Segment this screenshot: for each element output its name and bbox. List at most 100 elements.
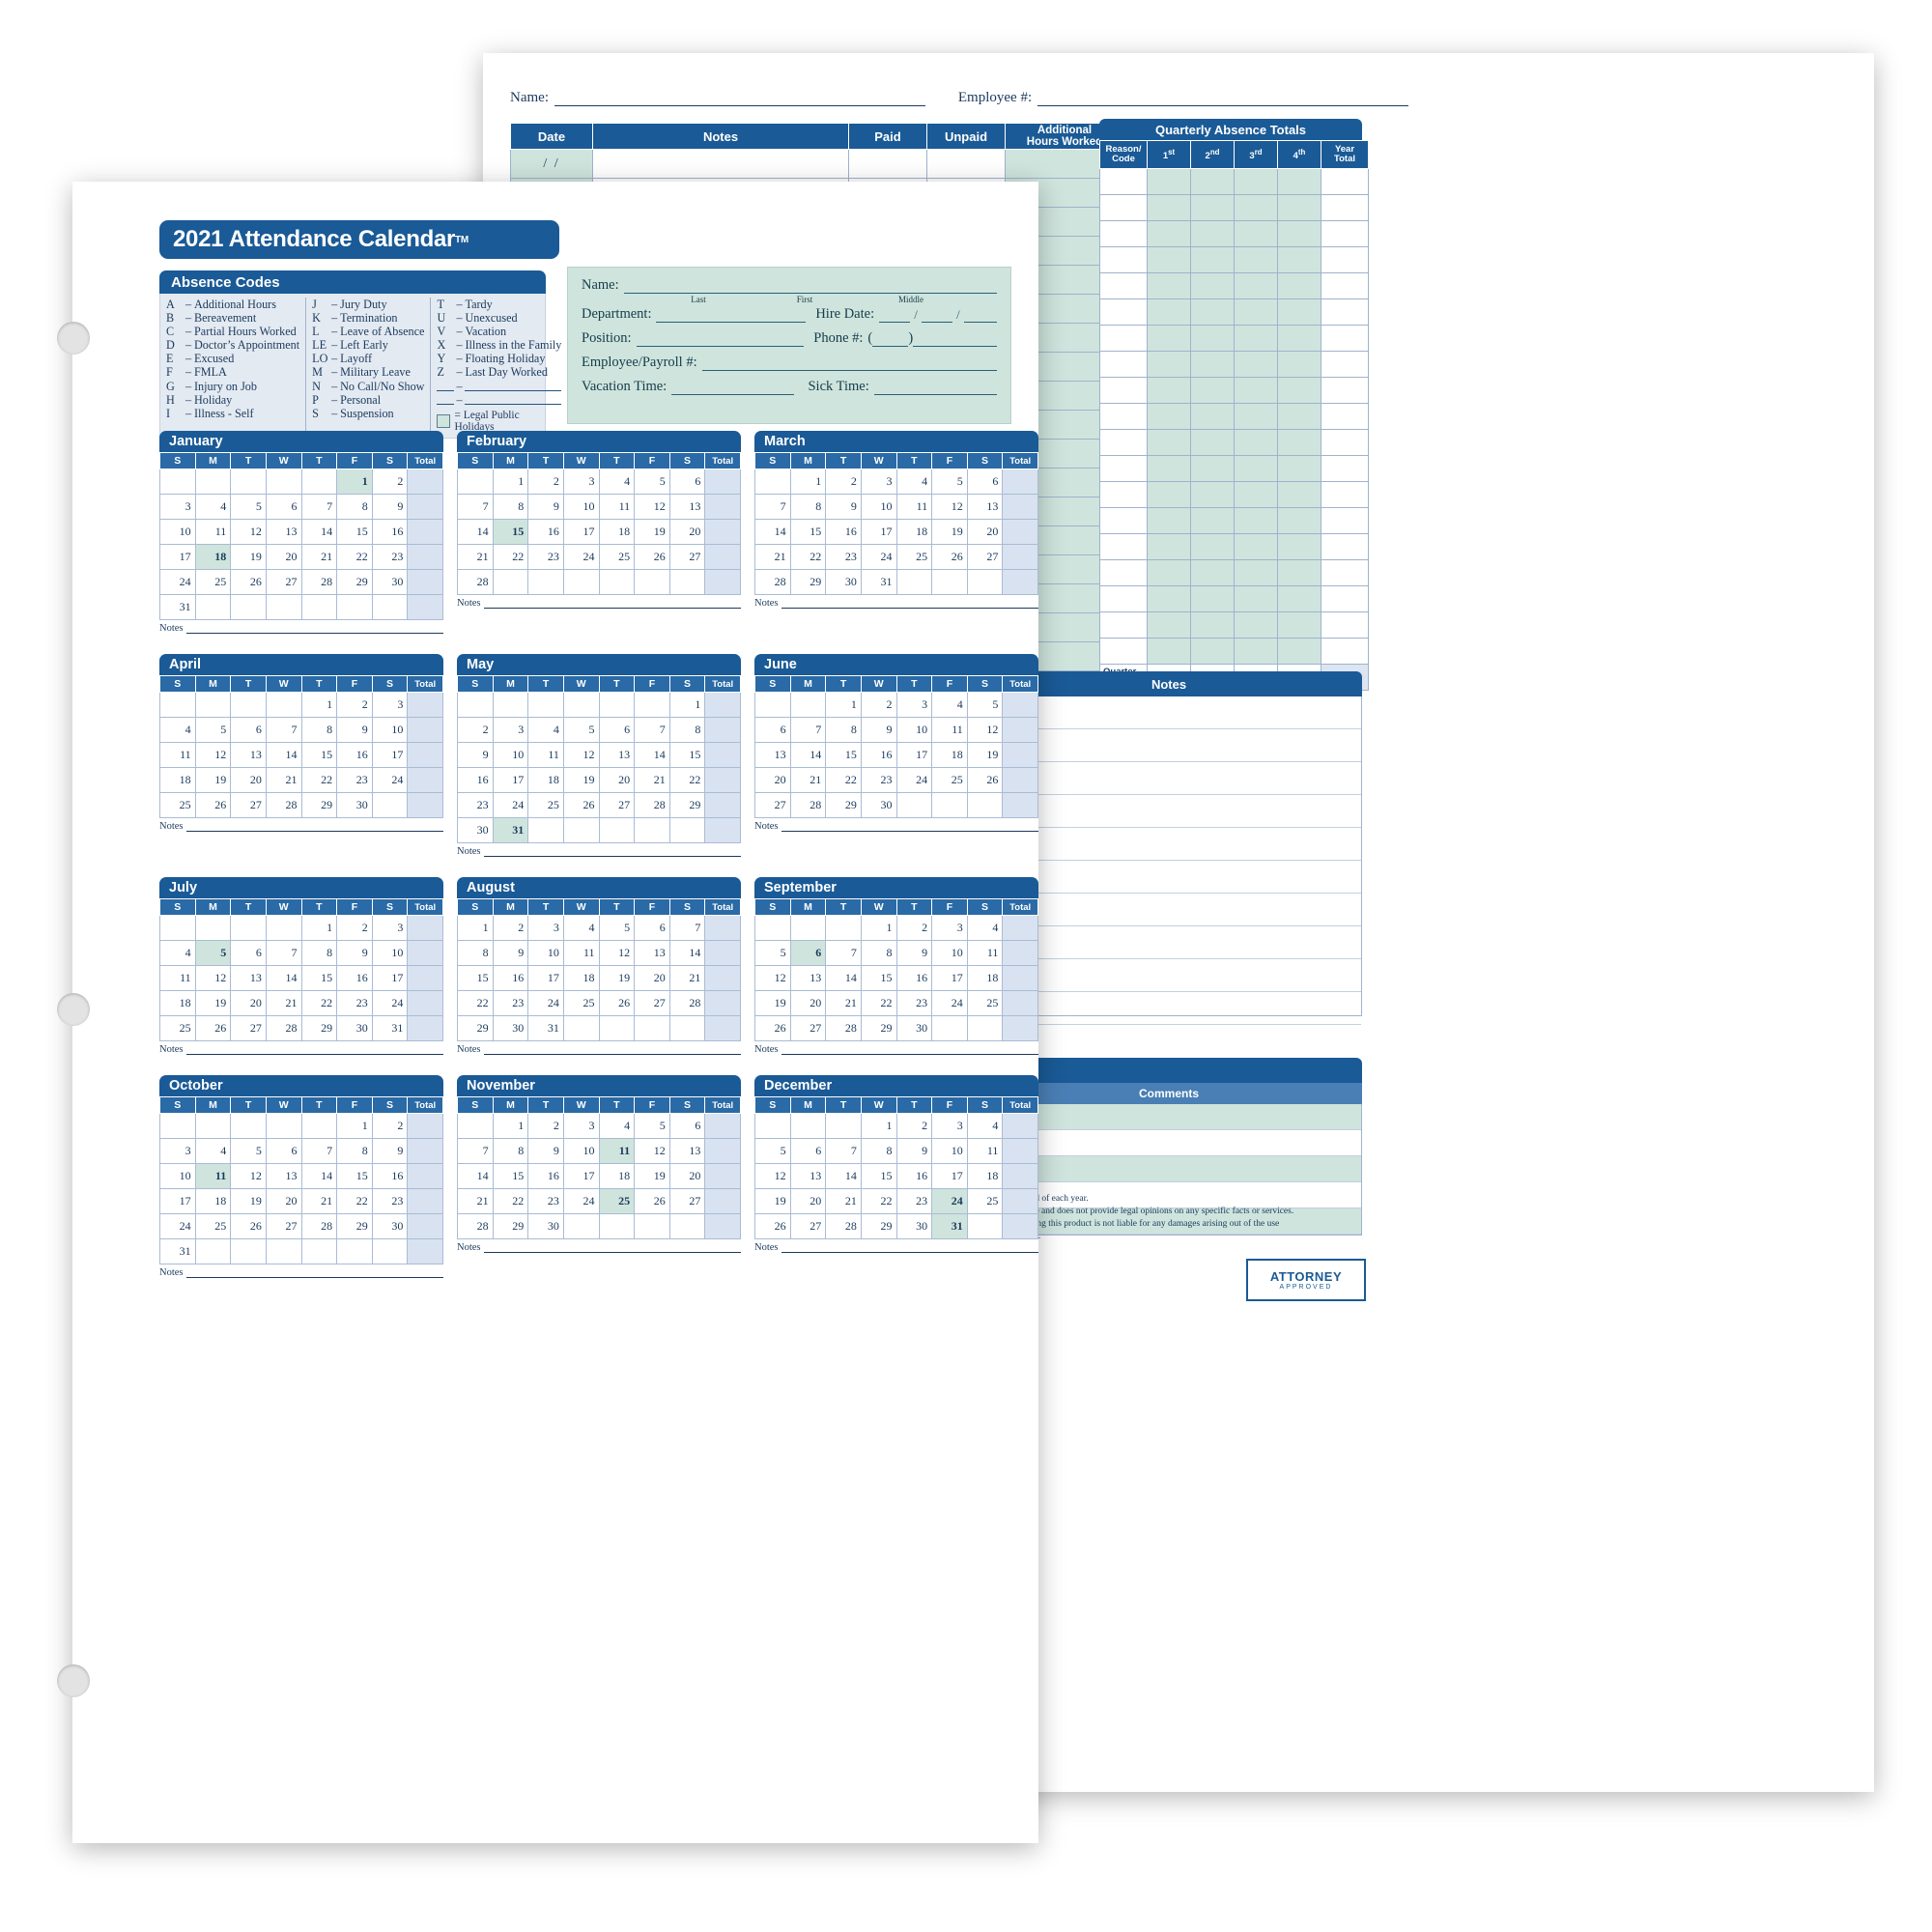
week-total-cell[interactable] xyxy=(407,1238,443,1264)
day-cell[interactable]: 24 xyxy=(371,767,409,793)
day-cell[interactable]: 24 xyxy=(931,990,968,1016)
day-cell-empty[interactable] xyxy=(300,594,338,620)
month-notes-input[interactable] xyxy=(781,1242,1038,1253)
week-total-cell[interactable] xyxy=(704,1015,741,1041)
day-cell[interactable]: 10 xyxy=(371,717,409,743)
month-notes-input[interactable] xyxy=(185,1044,443,1055)
q2-cell[interactable] xyxy=(1190,455,1235,482)
day-cell[interactable]: 3 xyxy=(895,692,933,718)
day-cell[interactable]: 3 xyxy=(931,1113,968,1139)
day-cell[interactable]: 28 xyxy=(668,990,706,1016)
day-cell[interactable]: 9 xyxy=(371,494,409,520)
q4-cell[interactable] xyxy=(1277,429,1321,456)
day-cell[interactable]: 8 xyxy=(492,494,529,520)
day-cell[interactable]: 7 xyxy=(300,1138,338,1164)
day-cell[interactable]: 10 xyxy=(492,742,529,768)
q1-cell[interactable] xyxy=(1147,194,1191,221)
day-cell-empty[interactable] xyxy=(159,469,196,495)
q-reason-cell[interactable] xyxy=(1099,559,1148,586)
day-cell[interactable]: 21 xyxy=(300,544,338,570)
day-cell-empty[interactable] xyxy=(492,569,529,595)
employee-number-input[interactable] xyxy=(1037,90,1408,106)
day-cell[interactable]: 16 xyxy=(895,1163,933,1189)
q-reason-cell[interactable] xyxy=(1099,429,1148,456)
day-cell[interactable]: 7 xyxy=(300,494,338,520)
day-cell-empty[interactable] xyxy=(754,1113,791,1139)
q3-cell[interactable] xyxy=(1234,455,1278,482)
day-cell[interactable]: 31 xyxy=(159,1238,196,1264)
q4-cell[interactable] xyxy=(1277,272,1321,299)
day-cell[interactable]: 23 xyxy=(371,544,409,570)
week-total-cell[interactable] xyxy=(407,792,443,818)
q1-cell[interactable] xyxy=(1147,611,1191,639)
week-total-cell[interactable] xyxy=(704,940,741,966)
week-total-cell[interactable] xyxy=(704,767,741,793)
q-reason-cell[interactable] xyxy=(1099,507,1148,534)
q3-cell[interactable] xyxy=(1234,377,1278,404)
day-cell-empty[interactable] xyxy=(789,692,827,718)
day-cell[interactable]: 15 xyxy=(860,1163,897,1189)
day-cell-empty[interactable] xyxy=(966,569,1004,595)
day-cell[interactable]: 10 xyxy=(931,1138,968,1164)
q3-cell[interactable] xyxy=(1234,611,1278,639)
phone-number-input[interactable] xyxy=(913,331,997,347)
day-cell[interactable]: 27 xyxy=(598,792,636,818)
day-cell[interactable]: 20 xyxy=(265,1188,302,1214)
quarterly-row[interactable] xyxy=(1099,298,1369,326)
day-cell[interactable]: 22 xyxy=(336,1188,373,1214)
week-total-cell[interactable] xyxy=(1002,1188,1038,1214)
q1-cell[interactable] xyxy=(1147,272,1191,299)
day-cell[interactable]: 16 xyxy=(457,767,494,793)
day-cell[interactable]: 19 xyxy=(931,519,968,545)
day-cell[interactable]: 19 xyxy=(754,1188,791,1214)
week-total-cell[interactable] xyxy=(704,469,741,495)
day-cell[interactable]: 3 xyxy=(159,1138,196,1164)
q-reason-cell[interactable] xyxy=(1099,611,1148,639)
day-cell[interactable]: 22 xyxy=(860,990,897,1016)
day-cell[interactable]: 10 xyxy=(159,1163,196,1189)
day-cell[interactable]: 2 xyxy=(825,469,862,495)
q-year-total-cell[interactable] xyxy=(1321,507,1369,534)
day-cell[interactable]: 10 xyxy=(159,519,196,545)
day-cell[interactable]: 1 xyxy=(860,1113,897,1139)
day-cell[interactable]: 7 xyxy=(634,717,670,743)
day-cell[interactable]: 30 xyxy=(336,792,373,818)
day-cell[interactable]: 2 xyxy=(492,915,529,941)
quarterly-row[interactable] xyxy=(1099,351,1369,378)
day-cell[interactable]: 2 xyxy=(895,1113,933,1139)
log-paid-cell[interactable] xyxy=(848,149,927,179)
day-cell[interactable]: 27 xyxy=(230,1015,267,1041)
day-cell[interactable]: 23 xyxy=(527,1188,564,1214)
day-cell[interactable]: 29 xyxy=(492,1213,529,1239)
day-cell[interactable]: 21 xyxy=(634,767,670,793)
day-cell[interactable]: 19 xyxy=(194,767,232,793)
day-cell[interactable]: 16 xyxy=(527,519,564,545)
q2-cell[interactable] xyxy=(1190,194,1235,221)
day-cell[interactable]: 9 xyxy=(492,940,529,966)
day-cell[interactable]: 26 xyxy=(931,544,968,570)
day-cell[interactable]: 13 xyxy=(966,494,1004,520)
day-cell[interactable]: 16 xyxy=(371,519,409,545)
quarterly-row[interactable] xyxy=(1099,638,1369,665)
day-cell[interactable]: 22 xyxy=(457,990,494,1016)
quarterly-row[interactable] xyxy=(1099,168,1369,195)
month-notes-input[interactable] xyxy=(483,1044,741,1055)
q4-cell[interactable] xyxy=(1277,377,1321,404)
month-notes-input[interactable] xyxy=(483,846,741,857)
month-notes-input[interactable] xyxy=(483,1242,741,1253)
day-cell-empty[interactable] xyxy=(371,1238,409,1264)
day-cell[interactable]: 7 xyxy=(754,494,791,520)
day-cell-empty[interactable] xyxy=(825,1113,862,1139)
day-cell[interactable]: 28 xyxy=(265,1015,302,1041)
day-cell[interactable]: 22 xyxy=(300,767,338,793)
day-cell[interactable]: 13 xyxy=(789,1163,827,1189)
day-cell[interactable]: 13 xyxy=(265,519,302,545)
q-reason-cell[interactable] xyxy=(1099,533,1148,560)
day-cell-empty[interactable] xyxy=(668,1213,706,1239)
day-cell[interactable]: 24 xyxy=(562,544,600,570)
day-cell[interactable]: 31 xyxy=(527,1015,564,1041)
week-total-cell[interactable] xyxy=(407,1163,443,1189)
day-cell[interactable]: 23 xyxy=(336,990,373,1016)
day-cell[interactable]: 14 xyxy=(265,742,302,768)
day-cell[interactable]: 23 xyxy=(492,990,529,1016)
